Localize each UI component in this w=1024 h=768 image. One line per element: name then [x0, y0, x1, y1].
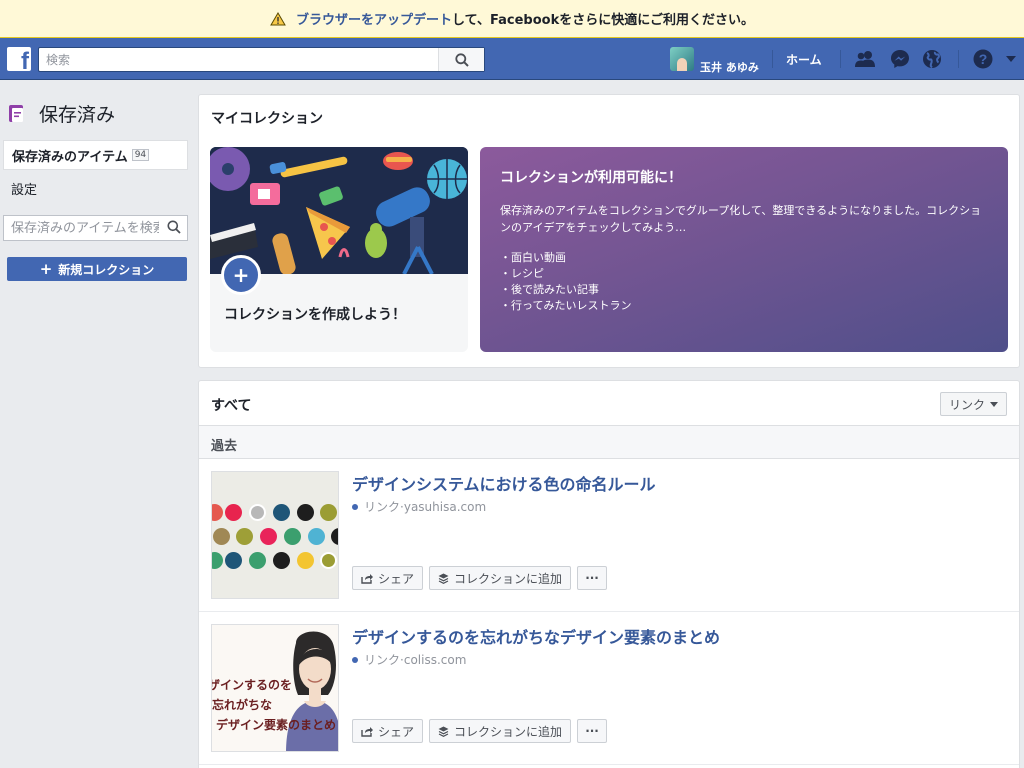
saved-title-text: 保存済み [39, 104, 116, 126]
item-thumbnail[interactable] [211, 471, 339, 599]
search-button[interactable] [438, 48, 484, 71]
item-type: リンク [364, 653, 401, 667]
add-to-collection-label: コレクションに追加 [454, 571, 563, 586]
link-type-icon [352, 503, 358, 510]
share-button[interactable]: シェア [352, 566, 424, 590]
layers-icon [438, 573, 449, 584]
item-thumbnail[interactable]: ザインするのを 忘れがちな デザイン要素のまとめ [211, 624, 339, 752]
profile-link[interactable]: 玉井 あゆみ [670, 46, 759, 74]
nav-divider [772, 50, 773, 68]
thumbnail-caption-line: 忘れがちな [212, 698, 273, 712]
count-badge: 94 [131, 149, 150, 161]
avatar [670, 47, 694, 71]
type-filter-dropdown[interactable]: リンク [939, 392, 1007, 416]
update-browser-link[interactable]: ブラウザーをアップデート [296, 9, 452, 28]
saved-items-search-input[interactable] [4, 216, 159, 240]
global-search [38, 47, 485, 72]
create-collection-card[interactable]: + コレクションを作成しよう！ [210, 147, 468, 352]
home-link[interactable]: ホーム [786, 51, 822, 68]
global-search-input[interactable] [39, 48, 439, 71]
share-label: シェア [378, 724, 415, 739]
more-options-button[interactable]: ··· [577, 719, 608, 743]
create-collection-label: コレクションを作成しよう！ [224, 307, 406, 323]
share-icon [361, 726, 373, 737]
link-type-icon [352, 656, 358, 663]
new-collection-label: 新規コレクション [58, 262, 155, 277]
sidebar-item-settings[interactable]: 設定 [11, 179, 37, 198]
period-header: 過去 [199, 425, 1019, 459]
promo-title: コレクションが利用可能に！ [500, 170, 682, 186]
messenger-icon[interactable] [889, 48, 911, 70]
all-saved-items-card: すべて リンク 過去 デザインシステムにおける色の命名ルール リンク · yas… [198, 380, 1020, 768]
search-icon[interactable] [167, 220, 181, 234]
saved-item: デザインシステムにおける色の命名ルール リンク · yasuhisa.com シ… [199, 459, 1019, 612]
bookmark-icon [9, 104, 23, 122]
item-actions: シェア コレクションに追加 ··· [352, 566, 613, 590]
all-items-header: すべて [211, 398, 252, 414]
share-label: シェア [378, 571, 415, 586]
item-type: リンク [364, 500, 401, 514]
thumbnail-caption-line: ザインするのを [211, 678, 293, 692]
chevron-down-icon [990, 401, 998, 407]
collection-illustration [210, 147, 468, 274]
share-icon [361, 573, 373, 584]
top-navigation: f 玉井 あゆみ ホーム ? [0, 38, 1024, 80]
layers-icon [438, 726, 449, 737]
more-options-button[interactable]: ··· [577, 566, 608, 590]
new-collection-button[interactable]: + 新規コレクション [7, 257, 187, 281]
svg-text:?: ? [979, 51, 988, 67]
help-icon[interactable]: ? [972, 48, 994, 70]
item-title-link[interactable]: デザインするのを忘れがちなデザイン要素のまとめ [352, 624, 720, 648]
saved-item: ザインするのを 忘れがちな デザイン要素のまとめ デザインするのを忘れがちなデザ… [199, 612, 1019, 765]
sidebar-item-label: 保存済みのアイテム [12, 149, 128, 165]
update-banner-text: して、Facebookをさらに快適にご利用ください。 [452, 13, 754, 28]
collections-promo: コレクションが利用可能に！ 保存済みのアイテムをコレクションでグループ化して、整… [480, 147, 1008, 352]
add-to-collection-button[interactable]: コレクションに追加 [429, 566, 572, 590]
promo-list-item: ・面白い動画 [500, 251, 566, 264]
dropdown-caret-icon[interactable] [1003, 48, 1019, 70]
add-to-collection-button[interactable]: コレクションに追加 [429, 719, 572, 743]
thumbnail-caption-line: デザイン要素のまとめ [216, 718, 337, 732]
facebook-logo[interactable]: f [7, 47, 31, 74]
nav-divider [840, 50, 841, 68]
share-button[interactable]: シェア [352, 719, 424, 743]
sidebar-item-saved-items[interactable]: 保存済みのアイテム 94 [3, 140, 188, 170]
promo-description: 保存済みのアイテムをコレクションでグループ化して、整理できるようになりました。コ… [500, 204, 982, 234]
saved-items-search [3, 215, 188, 241]
item-source[interactable]: yasuhisa.com [404, 500, 486, 514]
friends-icon[interactable] [854, 48, 876, 70]
nav-divider [958, 50, 959, 68]
item-meta: リンク · coliss.com [352, 651, 466, 668]
warning-icon [270, 11, 286, 25]
thumbnail-caption: ザインするのを 忘れがちな デザイン要素のまとめ [212, 675, 336, 735]
item-actions: シェア コレクションに追加 ··· [352, 719, 613, 743]
my-collections-header: マイコレクション [211, 111, 323, 127]
filter-label: リンク [948, 397, 985, 412]
plus-icon: + [39, 260, 53, 278]
saved-page-title: 保存済み [8, 100, 115, 127]
item-meta: リンク · yasuhisa.com [352, 498, 486, 515]
my-collections-card: マイコレクション + コレクションを作成しよう！ コレクションが利用可能に！ 保… [198, 94, 1020, 368]
globe-icon[interactable] [921, 48, 943, 70]
item-title-link[interactable]: デザインシステムにおける色の命名ルール [352, 471, 656, 495]
update-browser-banner: ブラウザーをアップデート して、Facebookをさらに快適にご利用ください。 [0, 0, 1024, 38]
promo-list-item: ・行ってみたいレストラン [500, 299, 632, 312]
promo-list: ・面白い動画 ・レシピ ・後で読みたい記事 ・行ってみたいレストラン [500, 250, 988, 314]
promo-list-item: ・レシピ [500, 267, 544, 280]
promo-list-item: ・後で読みたい記事 [500, 283, 599, 296]
item-source[interactable]: coliss.com [404, 653, 467, 667]
search-icon [454, 52, 469, 67]
add-to-collection-label: コレクションに追加 [454, 724, 563, 739]
create-collection-plus-icon[interactable]: + [221, 255, 261, 295]
user-name: 玉井 あゆみ [700, 61, 759, 74]
